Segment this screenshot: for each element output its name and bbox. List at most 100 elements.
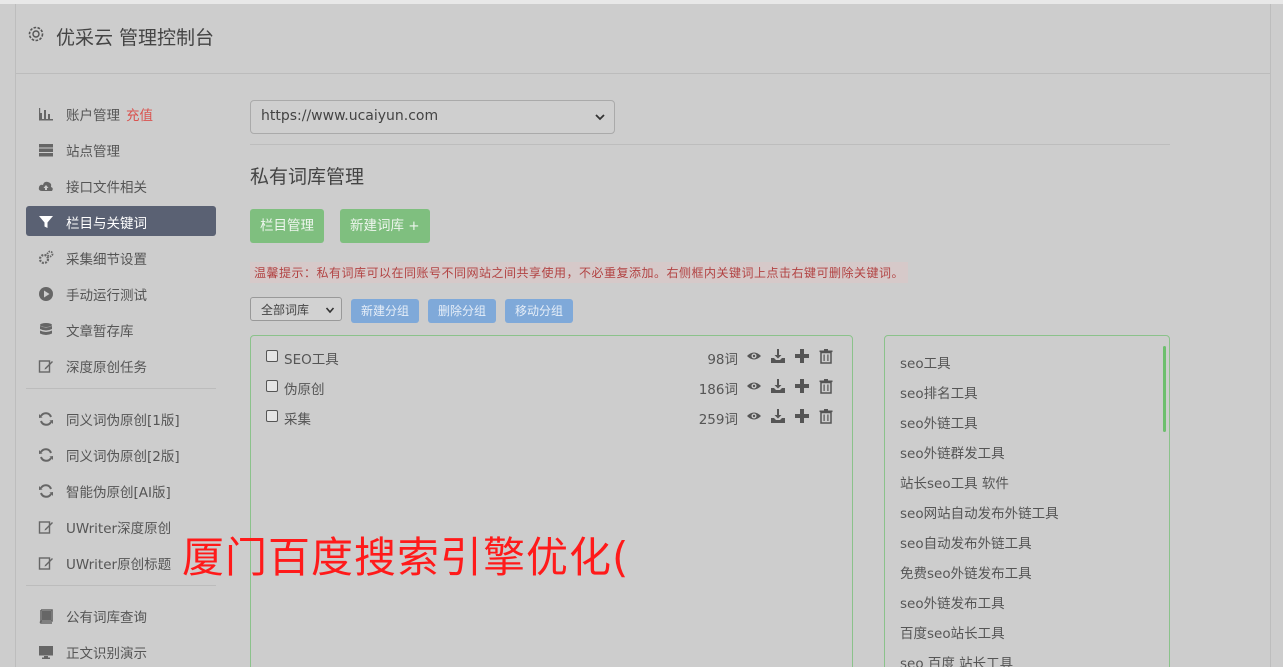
divider — [250, 144, 1170, 145]
sidebar-item-public-library[interactable]: 公有词库查询 — [26, 600, 216, 630]
library-list-panel: SEO工具 98词 伪原创 186词 采集 259词 — [250, 335, 853, 667]
sidebar-item-label: 接口文件相关 — [66, 180, 147, 196]
scrollbar[interactable] — [1163, 346, 1166, 432]
keyword-list-panel: seo工具 seo排名工具 seo外链工具 seo外链群发工具 站长seo工具 … — [884, 335, 1170, 667]
eye-icon[interactable] — [746, 408, 762, 424]
download-icon[interactable] — [770, 408, 786, 424]
trash-icon[interactable] — [818, 408, 834, 424]
keyword-item[interactable]: seo外链群发工具 — [900, 442, 1005, 462]
monitor-icon — [39, 646, 53, 659]
keyword-item[interactable]: seo外链工具 — [900, 412, 978, 432]
gears-icon — [38, 250, 54, 265]
edit-icon — [38, 360, 53, 373]
library-checkbox[interactable] — [266, 380, 278, 392]
sidebar-item-synonym-v1[interactable]: 同义词伪原创[1版] — [26, 403, 216, 433]
sidebar-item-label: 栏目与关键词 — [66, 216, 147, 232]
keyword-item[interactable]: seo网站自动发布外链工具 — [900, 502, 1059, 522]
sidebar-item-label: 公有词库查询 — [66, 610, 147, 626]
app-title: 优采云 管理控制台 — [56, 27, 215, 49]
server-icon — [39, 144, 53, 157]
cloud-upload-icon — [38, 181, 53, 191]
plus-icon[interactable] — [794, 378, 810, 394]
library-checkbox[interactable] — [266, 350, 278, 362]
move-group-button[interactable]: 移动分组 — [505, 299, 574, 323]
sidebar-divider — [26, 388, 216, 389]
keyword-item[interactable]: seo排名工具 — [900, 382, 978, 402]
trash-icon[interactable] — [818, 348, 834, 364]
group-select[interactable]: 全部词库 — [250, 297, 342, 321]
database-icon — [40, 323, 52, 335]
page-title: 私有词库管理 — [250, 166, 365, 188]
library-row: 采集 259词 — [266, 406, 838, 430]
eye-icon[interactable] — [746, 348, 762, 364]
refresh-icon — [39, 448, 53, 462]
recharge-link[interactable]: 充值 — [126, 108, 153, 124]
sidebar-item-account[interactable]: 账户管理 充值 — [26, 98, 216, 128]
keyword-item[interactable]: 百度seo站长工具 — [900, 622, 1005, 642]
library-name[interactable]: SEO工具 — [284, 348, 339, 368]
sidebar-item-deep-original[interactable]: 深度原创任务 — [26, 350, 216, 380]
sidebar-item-label: 同义词伪原创[2版] — [66, 449, 180, 465]
sidebar-item-label: 账户管理 — [66, 108, 120, 124]
sidebar-item-label: 同义词伪原创[1版] — [66, 413, 180, 429]
sidebar-item-label: UWriter原创标题 — [66, 557, 172, 573]
sidebar-item-collect-settings[interactable]: 采集细节设置 — [26, 242, 216, 272]
site-select[interactable]: https://www.ucaiyun.com — [250, 100, 615, 134]
library-row: SEO工具 98词 — [266, 346, 838, 370]
keyword-item[interactable]: seo 百度 站长工具 — [900, 652, 1013, 667]
refresh-icon — [39, 412, 53, 426]
keyword-item[interactable]: seo自动发布外链工具 — [900, 532, 1032, 552]
gear-icon — [28, 26, 44, 42]
chevron-down-icon — [325, 307, 335, 314]
sidebar-item-ai-rewrite[interactable]: 智能伪原创[AI版] — [26, 475, 216, 505]
library-count: 259词 — [698, 412, 738, 428]
library-checkbox[interactable] — [266, 410, 278, 422]
keyword-item[interactable]: seo工具 — [900, 352, 951, 372]
library-count: 98词 — [707, 352, 738, 368]
overlay-caption: 厦门百度搜索引擎优化( — [182, 533, 630, 582]
sidebar-item-label: 手动运行测试 — [66, 288, 147, 304]
library-row: 伪原创 186词 — [266, 376, 838, 400]
column-manage-button[interactable]: 栏目管理 — [250, 209, 324, 243]
keyword-item[interactable]: 免费seo外链发布工具 — [900, 562, 1032, 582]
sidebar-item-label: 采集细节设置 — [66, 252, 147, 268]
bar-chart-icon — [39, 108, 53, 121]
trash-icon[interactable] — [818, 378, 834, 394]
plus-icon[interactable] — [794, 348, 810, 364]
sidebar-item-label: 文章暂存库 — [66, 324, 134, 340]
sidebar-item-label: 深度原创任务 — [66, 360, 147, 376]
eye-icon[interactable] — [746, 378, 762, 394]
plus-icon[interactable] — [794, 408, 810, 424]
keyword-item[interactable]: seo外链发布工具 — [900, 592, 1005, 612]
sidebar-item-label: UWriter深度原创 — [66, 521, 172, 537]
delete-group-button[interactable]: 删除分组 — [428, 299, 497, 323]
site-select-value: https://www.ucaiyun.com — [261, 108, 439, 124]
header: 优采云 管理控制台 — [16, 4, 1270, 74]
filter-icon — [39, 216, 53, 228]
download-icon[interactable] — [770, 378, 786, 394]
sidebar-item-sites[interactable]: 站点管理 — [26, 134, 216, 164]
group-select-value: 全部词库 — [261, 303, 310, 317]
new-library-button[interactable]: 新建词库 + — [340, 209, 430, 243]
library-name[interactable]: 采集 — [284, 408, 311, 428]
sidebar-divider — [26, 585, 216, 586]
sidebar-item-text-recognition[interactable]: 正文识别演示 — [26, 636, 216, 666]
play-icon — [39, 287, 53, 301]
edit-icon — [38, 557, 53, 570]
chevron-down-icon — [595, 114, 605, 121]
new-group-button[interactable]: 新建分组 — [351, 299, 420, 323]
sidebar-item-manual-run[interactable]: 手动运行测试 — [26, 278, 216, 308]
sidebar-item-label: 正文识别演示 — [66, 646, 147, 662]
sidebar-item-synonym-v2[interactable]: 同义词伪原创[2版] — [26, 439, 216, 469]
keyword-item[interactable]: 站长seo工具 软件 — [900, 472, 1009, 492]
refresh-icon — [39, 484, 53, 498]
library-name[interactable]: 伪原创 — [284, 378, 325, 398]
download-icon[interactable] — [770, 348, 786, 364]
sidebar-item-label: 站点管理 — [66, 144, 120, 160]
sidebar-item-interface-files[interactable]: 接口文件相关 — [26, 170, 216, 200]
library-count: 186词 — [698, 382, 738, 398]
tip-text: 温馨提示：私有词库可以在同账号不同网站之间共享使用，不必重复添加。右侧框内关键词… — [250, 262, 909, 283]
edit-icon — [38, 521, 53, 534]
sidebar-item-columns-keywords[interactable]: 栏目与关键词 — [26, 206, 216, 236]
sidebar-item-article-store[interactable]: 文章暂存库 — [26, 314, 216, 344]
